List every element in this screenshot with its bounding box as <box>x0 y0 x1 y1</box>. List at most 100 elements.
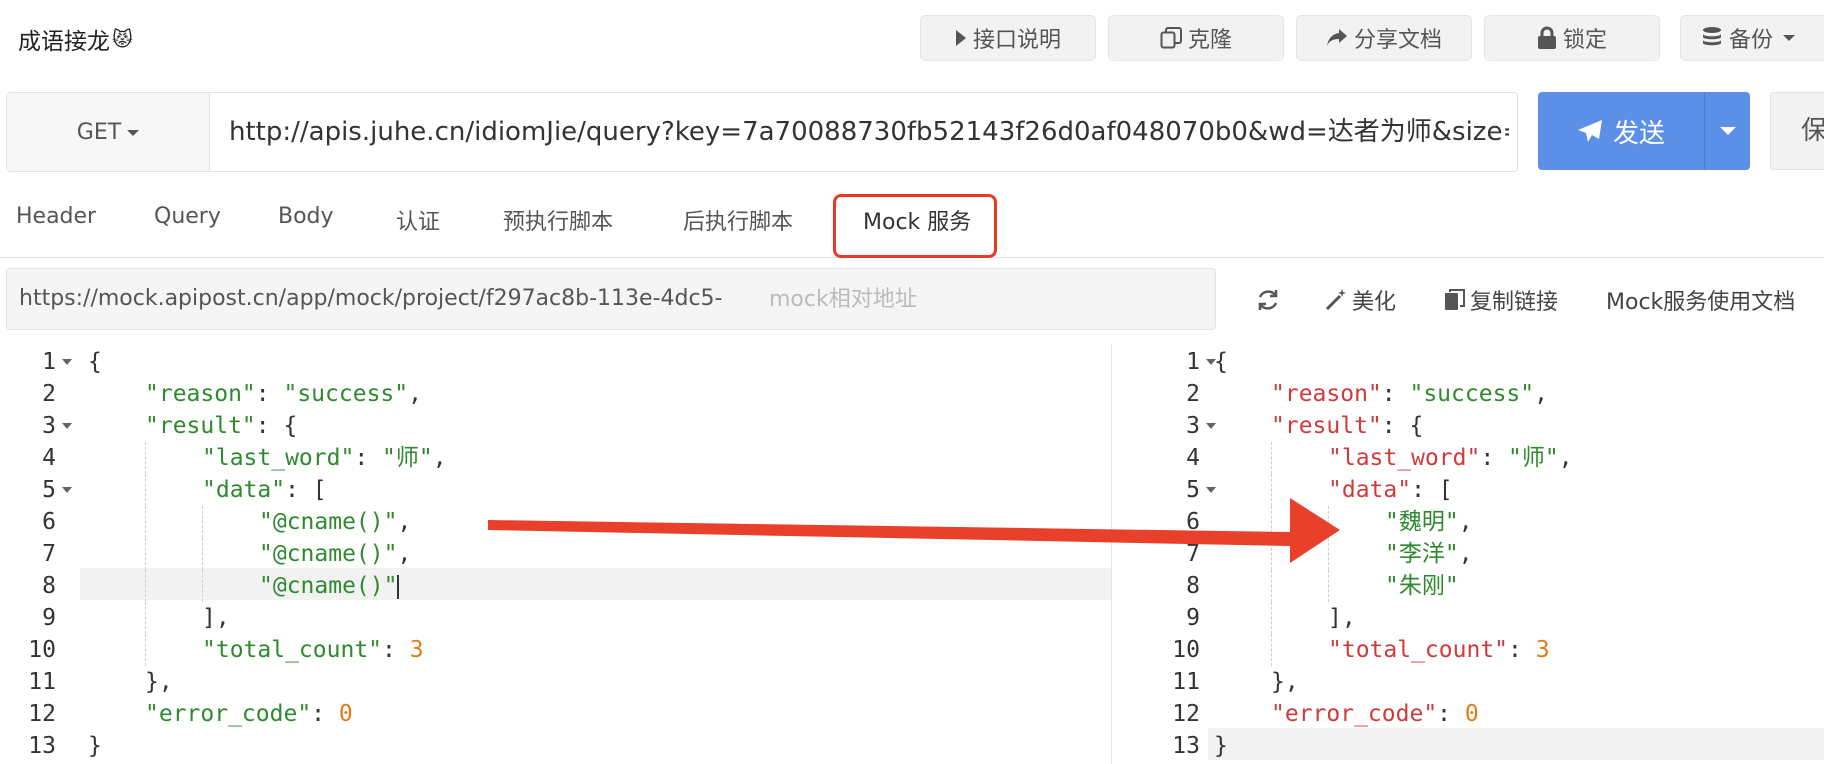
fold-toggle-icon[interactable] <box>62 487 72 493</box>
mock-preview-editor[interactable]: 1{2 "reason": "success", 3 "result": {4 "las… <box>1112 344 1824 764</box>
json-string: "@cname()" <box>259 573 398 599</box>
code-line: 4 "last_word": "师", <box>1112 442 1824 474</box>
tab-post-script[interactable]: 后执行脚本 <box>683 204 793 236</box>
tab-auth[interactable]: 认证 <box>396 204 440 236</box>
lock-button[interactable]: 锁定 <box>1484 15 1660 61</box>
json-key: "data" <box>1328 477 1412 503</box>
json-punctuation: , <box>1534 381 1548 407</box>
code-line: 7 "@cname()", <box>0 538 1111 570</box>
magic-wand-icon <box>1325 289 1346 311</box>
json-string: "@cname()" <box>259 509 398 535</box>
code-text: "reason": "success", <box>145 378 422 410</box>
share-doc-button[interactable]: 分享文档 <box>1296 15 1472 61</box>
lock-icon <box>1537 26 1556 49</box>
indent-guide <box>145 570 146 602</box>
json-punctuation: : [ <box>285 477 327 503</box>
mock-tab-highlight <box>833 194 997 258</box>
line-number: 10 <box>28 637 56 663</box>
code-line: 8 "朱刚" <box>1112 570 1824 602</box>
json-punctuation: : [ <box>1411 477 1453 503</box>
fold-toggle-icon[interactable] <box>1206 487 1216 493</box>
send-options-button[interactable] <box>1704 92 1750 170</box>
indent-guide <box>1271 506 1272 538</box>
chevron-down-icon <box>127 130 140 136</box>
method-select[interactable]: GET <box>7 93 210 171</box>
api-doc-button[interactable]: 接口说明 <box>920 15 1096 61</box>
save-button[interactable]: 保 <box>1770 92 1824 170</box>
tab-pre-script[interactable]: 预执行脚本 <box>503 204 613 236</box>
line-number: 9 <box>1186 605 1200 631</box>
code-line: 6 "@cname()", <box>0 506 1111 538</box>
json-key: "last_word" <box>202 445 355 471</box>
indent-guide <box>145 602 146 634</box>
json-number: 3 <box>409 637 424 663</box>
tab-query[interactable]: Query <box>154 204 221 229</box>
code-text: "魏明", <box>1385 506 1473 538</box>
json-punctuation: ], <box>1328 605 1356 631</box>
code-text: } <box>1214 730 1228 762</box>
mock-template-editor[interactable]: 1{2 "reason": "success", 3 "result": {4 "las… <box>0 344 1112 764</box>
api-doc-label: 接口说明 <box>972 28 1061 53</box>
json-punctuation: , <box>1458 541 1473 567</box>
line-number: 4 <box>42 445 56 471</box>
code-line: 13} <box>0 730 1111 762</box>
copy-link-button[interactable]: 复制链接 <box>1444 280 1558 320</box>
mock-docs-link[interactable]: Mock服务使用文档 <box>1606 280 1795 320</box>
request-bar: GET http://apis.juhe.cn/idiomJie/query?k… <box>6 92 1518 172</box>
indent-guide <box>1271 538 1272 570</box>
line-number: 5 <box>42 477 56 503</box>
line-number: 6 <box>42 509 56 535</box>
beautify-label: 美化 <box>1352 290 1397 315</box>
indent-guide <box>202 538 203 570</box>
code-text: "@cname()", <box>259 506 411 538</box>
tab-body[interactable]: Body <box>278 204 334 229</box>
json-string: "朱刚" <box>1385 573 1459 599</box>
beautify-button[interactable]: 美化 <box>1324 280 1396 320</box>
clone-button[interactable]: 克隆 <box>1108 15 1284 61</box>
indent-guide <box>145 538 146 570</box>
code-line: 1{ <box>0 346 1111 378</box>
backup-label: 备份 <box>1729 28 1774 53</box>
code-line: 1{ <box>1112 346 1824 378</box>
fold-toggle-icon[interactable] <box>1206 423 1216 429</box>
send-button[interactable]: 发送 <box>1538 92 1704 170</box>
indent-guide <box>202 570 203 602</box>
chevron-down-icon <box>1783 35 1796 41</box>
line-number: 7 <box>42 541 56 567</box>
refresh-button[interactable] <box>1256 280 1284 320</box>
code-text: "result": { <box>145 410 297 442</box>
code-text: }, <box>1271 666 1299 698</box>
line-number: 10 <box>1172 637 1200 663</box>
fold-toggle-icon[interactable] <box>62 423 72 429</box>
code-line: 9], <box>1112 602 1824 634</box>
json-string: "success" <box>1409 381 1535 407</box>
url-input[interactable]: http://apis.juhe.cn/idiomJie/query?key=7… <box>229 93 1509 171</box>
json-key: "last_word" <box>1328 445 1481 471</box>
mock-relative-path-input[interactable] <box>769 279 1189 319</box>
code-text: } <box>88 730 102 762</box>
code-line: 6 "魏明", <box>1112 506 1824 538</box>
json-key: "total_count" <box>202 637 383 663</box>
fold-toggle-icon[interactable] <box>62 359 72 365</box>
json-punctuation: : { <box>255 413 298 439</box>
backup-button[interactable]: 备份 <box>1680 15 1824 61</box>
tab-header[interactable]: Header <box>16 204 96 229</box>
json-key: "reason" <box>1271 381 1382 407</box>
json-punctuation: : <box>382 637 410 663</box>
json-punctuation: }, <box>1271 669 1299 695</box>
json-punctuation: } <box>88 733 102 759</box>
json-punctuation: : <box>1381 381 1410 407</box>
code-text: "李洋", <box>1385 538 1473 570</box>
json-punctuation: { <box>1214 349 1228 375</box>
code-text: "result": { <box>1271 410 1423 442</box>
indent-guide <box>1271 474 1272 506</box>
line-number: 6 <box>1186 509 1200 535</box>
line-number: 12 <box>1172 701 1200 727</box>
paper-plane-icon <box>1577 120 1602 142</box>
json-punctuation: , <box>397 541 412 567</box>
line-number: 1 <box>1186 349 1200 375</box>
json-punctuation: }, <box>145 669 173 695</box>
code-text: "error_code": 0 <box>145 698 353 730</box>
code-line: 4 "last_word": "师", <box>0 442 1111 474</box>
code-line: 10 "total_count": 3 <box>1112 634 1824 666</box>
